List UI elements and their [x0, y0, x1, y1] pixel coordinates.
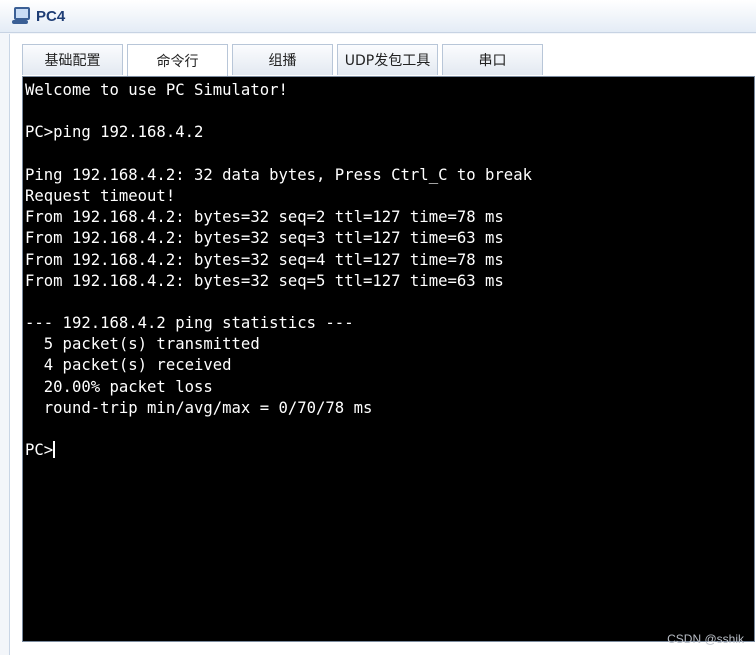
tab-multicast[interactable]: 组播: [232, 44, 333, 75]
terminal-line: From 192.168.4.2: bytes=32 seq=4 ttl=127…: [25, 250, 504, 269]
pc-simulator-window: PC4 基础配置 命令行 组播 UDP发包工具 串口 Welcome to us…: [0, 0, 756, 655]
terminal-line: Request timeout!: [25, 186, 176, 205]
terminal-line: 20.00% packet loss: [25, 377, 213, 396]
tab-basic-config[interactable]: 基础配置: [22, 44, 123, 75]
terminal-prompt: PC>: [25, 441, 54, 460]
text-cursor: [53, 441, 56, 459]
terminal-prompt-line[interactable]: PC>: [25, 440, 754, 461]
terminal-line: From 192.168.4.2: bytes=32 seq=5 ttl=127…: [25, 271, 504, 290]
terminal-line: PC>ping 192.168.4.2: [25, 123, 204, 142]
terminal-line: From 192.168.4.2: bytes=32 seq=2 ttl=127…: [25, 208, 504, 227]
terminal-console[interactable]: Welcome to use PC Simulator! PC>ping 192.…: [22, 76, 755, 642]
title-bar[interactable]: PC4: [0, 0, 756, 33]
tab-command-line[interactable]: 命令行: [127, 44, 228, 76]
window-title: PC4: [36, 7, 66, 25]
terminal-line: Welcome to use PC Simulator!: [25, 81, 288, 99]
terminal-line: Ping 192.168.4.2: 32 data bytes, Press C…: [25, 165, 532, 184]
watermark: CSDN @sshik: [667, 632, 744, 646]
terminal-line: round-trip min/avg/max = 0/70/78 ms: [25, 398, 373, 417]
tab-serial-port[interactable]: 串口: [442, 44, 543, 75]
terminal-line: 4 packet(s) received: [25, 356, 232, 375]
terminal-line: 5 packet(s) transmitted: [25, 335, 260, 354]
tab-bar: 基础配置 命令行 组播 UDP发包工具 串口: [22, 44, 543, 76]
tab-udp-packet-tool[interactable]: UDP发包工具: [337, 44, 438, 75]
terminal-output: Welcome to use PC Simulator! PC>ping 192.…: [25, 80, 754, 440]
terminal-line: --- 192.168.4.2 ping statistics ---: [25, 314, 354, 333]
pc-icon: [12, 6, 30, 26]
terminal-line: From 192.168.4.2: bytes=32 seq=3 ttl=127…: [25, 229, 504, 248]
